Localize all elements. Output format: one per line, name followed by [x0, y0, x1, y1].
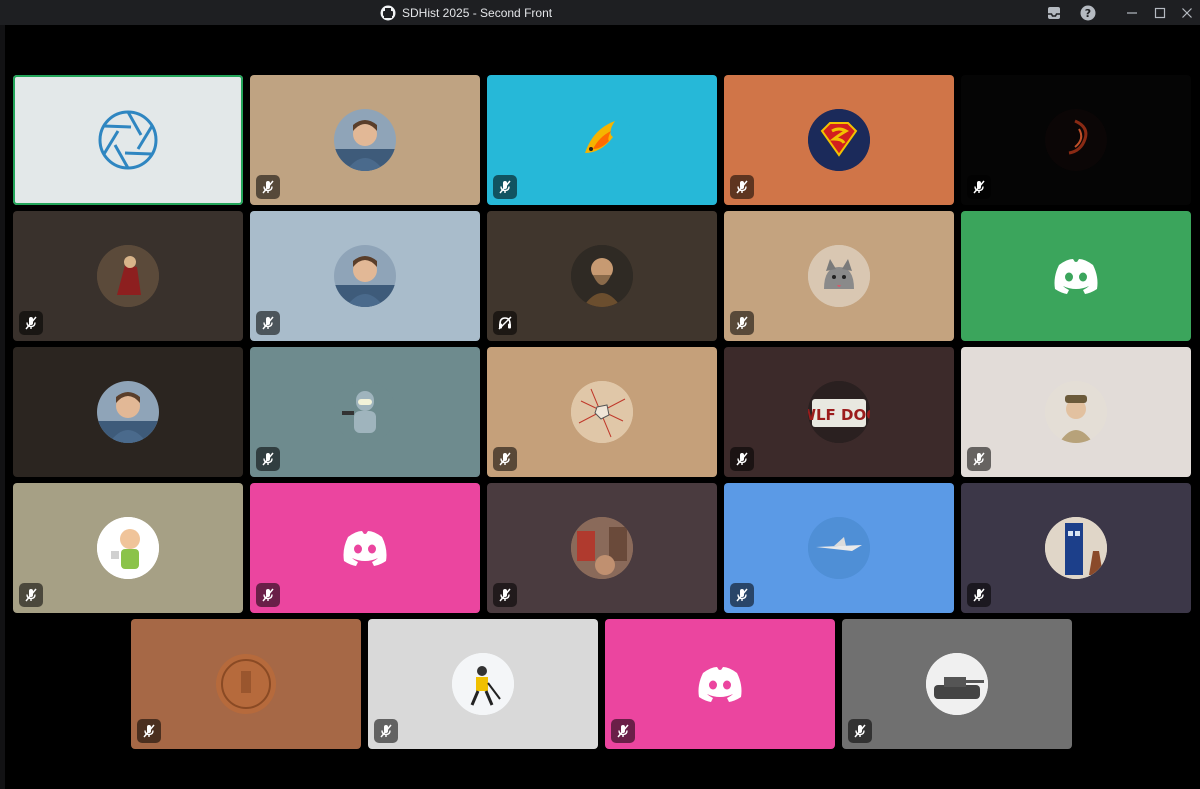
- maximize-icon: [1154, 7, 1166, 18]
- help-button[interactable]: ?: [1078, 3, 1098, 22]
- tile-fire-fish[interactable]: [487, 75, 717, 205]
- close-button[interactable]: [1177, 3, 1197, 22]
- minimize-button[interactable]: [1122, 3, 1142, 22]
- muted-mic-icon: [256, 175, 280, 199]
- discord-logo-icon: [689, 653, 751, 715]
- tile-cartoon-mug[interactable]: [13, 483, 243, 613]
- window-title-group: SDHist 2025 - Second Front: [380, 3, 552, 22]
- muted-mic-icon: [967, 175, 991, 199]
- muted-mic-icon: [374, 719, 398, 743]
- muted-mic-icon: [19, 311, 43, 335]
- deafened-icon: [493, 311, 517, 335]
- tile-street[interactable]: [487, 483, 717, 613]
- muted-mic-icon: [967, 447, 991, 471]
- participant-avatar: [808, 517, 870, 579]
- tile-man-smile[interactable]: [250, 211, 480, 341]
- inbox-button[interactable]: [1044, 3, 1064, 22]
- participant-avatar: [97, 109, 159, 171]
- muted-mic-icon: [611, 719, 635, 743]
- participant-avatar: [1045, 381, 1107, 443]
- discord-logo-icon: [1045, 245, 1107, 307]
- participant-avatar: [571, 381, 633, 443]
- muted-mic-icon: [848, 719, 872, 743]
- tile-jet[interactable]: [724, 483, 954, 613]
- tile-bender[interactable]: [250, 347, 480, 477]
- participant-avatar: [808, 109, 870, 171]
- tile-discord-pink-2[interactable]: [605, 619, 835, 749]
- tile-bearded-portrait[interactable]: [487, 211, 717, 341]
- participant-avatar: [808, 245, 870, 307]
- participant-avatar: [571, 245, 633, 307]
- participant-avatar: [334, 109, 396, 171]
- tile-red-figure[interactable]: [13, 211, 243, 341]
- participant-avatar: [926, 653, 988, 715]
- participant-avatar: [571, 517, 633, 579]
- muted-mic-icon: [256, 447, 280, 471]
- tile-cat[interactable]: [724, 211, 954, 341]
- muted-mic-icon: [730, 311, 754, 335]
- help-icon: ?: [1080, 5, 1096, 20]
- muted-mic-icon: [256, 311, 280, 335]
- tile-wlf-dog[interactable]: WLF DOG: [724, 347, 954, 477]
- tile-man-glasses[interactable]: [250, 75, 480, 205]
- tile-tardis[interactable]: [961, 483, 1191, 613]
- muted-mic-icon: [493, 583, 517, 607]
- participant-avatar: [1045, 517, 1107, 579]
- tile-superman[interactable]: [724, 75, 954, 205]
- svg-text:WLF DOG: WLF DOG: [808, 406, 870, 424]
- maximize-button[interactable]: [1150, 3, 1170, 22]
- participant-avatar: [334, 245, 396, 307]
- tile-coin[interactable]: [131, 619, 361, 749]
- window-title: SDHist 2025 - Second Front: [402, 5, 553, 20]
- muted-mic-icon: [256, 583, 280, 607]
- muted-mic-icon: [730, 447, 754, 471]
- participant-avatar: [97, 381, 159, 443]
- participant-avatar: [97, 245, 159, 307]
- muted-mic-icon: [730, 175, 754, 199]
- title-bar: SDHist 2025 - Second Front ?: [0, 0, 1200, 25]
- muted-mic-icon: [493, 447, 517, 471]
- muted-mic-icon: [493, 175, 517, 199]
- muted-mic-icon: [137, 719, 161, 743]
- close-icon: [1182, 7, 1192, 18]
- muted-mic-icon: [19, 583, 43, 607]
- participant-avatar: [452, 653, 514, 715]
- tile-shutter[interactable]: [13, 75, 243, 205]
- tile-tank[interactable]: [842, 619, 1072, 749]
- tile-soldier[interactable]: [961, 347, 1191, 477]
- participant-avatar: [571, 109, 633, 171]
- tile-map[interactable]: [487, 347, 717, 477]
- tile-discord-green[interactable]: [961, 211, 1191, 341]
- discord-logo-icon: [334, 517, 396, 579]
- participant-avatar: [334, 381, 396, 443]
- muted-mic-icon: [730, 583, 754, 607]
- tile-hockey[interactable]: [368, 619, 598, 749]
- minimize-icon: [1127, 11, 1137, 14]
- inbox-icon: [1048, 6, 1060, 19]
- tile-older-man[interactable]: [13, 347, 243, 477]
- participant-avatar: [215, 653, 277, 715]
- participant-avatar: [1045, 109, 1107, 171]
- participant-avatar: WLF DOG: [808, 381, 870, 443]
- svg-text:?: ?: [1085, 7, 1091, 20]
- participant-avatar: [97, 517, 159, 579]
- tile-dark-flame[interactable]: [961, 75, 1191, 205]
- tile-discord-pink[interactable]: [250, 483, 480, 613]
- muted-mic-icon: [967, 583, 991, 607]
- video-grid: WLF DOG: [5, 25, 1200, 789]
- app-logo-icon: [380, 5, 396, 21]
